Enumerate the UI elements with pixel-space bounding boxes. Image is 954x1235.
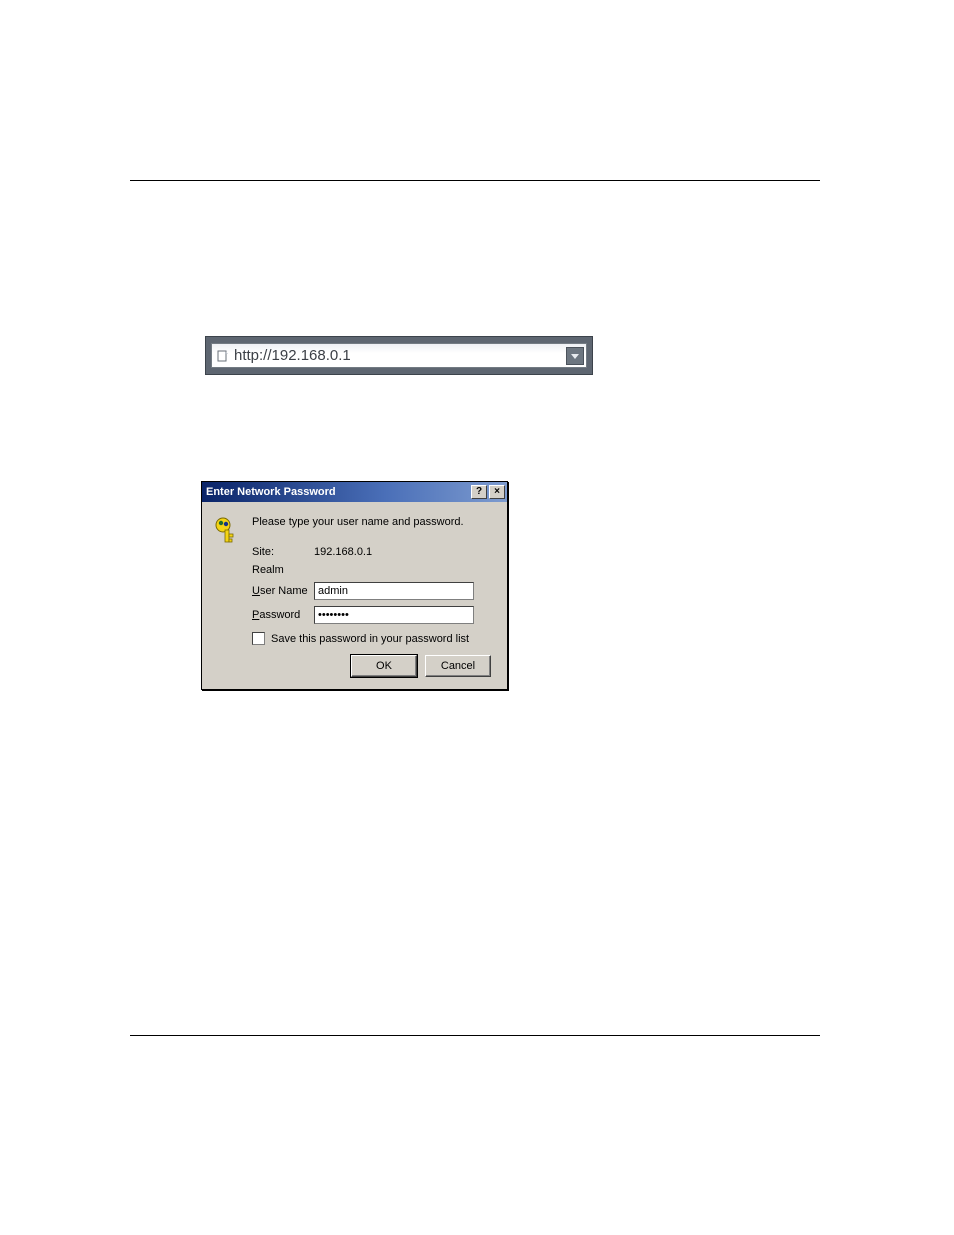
site-value: 192.168.0.1 — [314, 546, 495, 558]
ok-button[interactable]: OK — [351, 655, 417, 677]
network-password-dialog: Enter Network Password ? × Please — [201, 481, 508, 690]
address-bar[interactable]: http://192.168.0.1 — [211, 343, 587, 368]
bottom-separator — [130, 1035, 820, 1036]
address-dropdown-button[interactable] — [566, 347, 584, 365]
save-password-label: Save this password in your password list — [271, 633, 469, 645]
password-input[interactable] — [314, 606, 474, 624]
password-label: Password — [252, 609, 312, 621]
site-label: Site: — [252, 546, 312, 558]
username-label: User Name — [252, 585, 312, 597]
key-icon — [214, 516, 242, 546]
save-password-checkbox[interactable] — [252, 632, 265, 645]
close-button[interactable]: × — [489, 485, 505, 499]
cancel-button[interactable]: Cancel — [425, 655, 491, 677]
realm-label: Realm — [252, 564, 312, 576]
help-button[interactable]: ? — [471, 485, 487, 499]
dialog-title: Enter Network Password — [206, 486, 469, 498]
username-input[interactable] — [314, 582, 474, 600]
address-bar-text: http://192.168.0.1 — [234, 347, 351, 364]
top-separator — [130, 180, 820, 181]
dialog-message: Please type your user name and password. — [252, 516, 495, 528]
dialog-titlebar: Enter Network Password ? × — [202, 482, 507, 502]
address-bar-container: http://192.168.0.1 — [205, 336, 593, 375]
url-icon — [216, 349, 230, 363]
